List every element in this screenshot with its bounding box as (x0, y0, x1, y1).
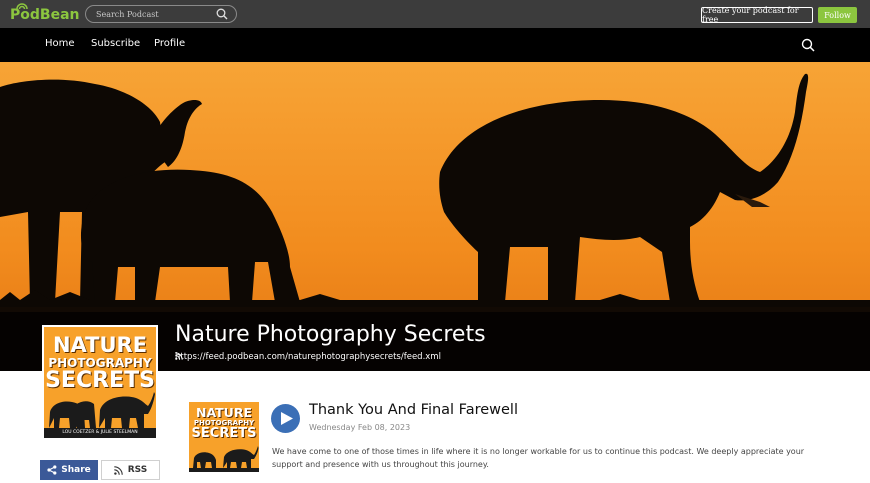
search-icon[interactable] (801, 38, 815, 52)
play-button[interactable] (271, 404, 300, 433)
nav-item-home[interactable]: Home (45, 38, 75, 49)
cover-elephants-image (49, 392, 155, 428)
episode-description: We have come to one of those times in li… (272, 447, 805, 469)
thumb-line1: NATURE (195, 405, 252, 420)
cover-line1: NATURE (52, 333, 148, 357)
feed-url-text: https://feed.podbean.com/naturephotograp… (175, 352, 441, 362)
episode-thumbnail[interactable]: NATURE PHOTOGRAPHY SECRETS (189, 402, 259, 472)
create-podcast-button[interactable]: Create your podcast for free (701, 6, 813, 24)
rss-icon (175, 352, 183, 360)
podcast-cover-art: NATURE PHOTOGRAPHY SECRETS LOU COETZER &… (42, 325, 158, 440)
nav-item-profile[interactable]: Profile (154, 38, 185, 49)
search-input[interactable] (94, 7, 214, 21)
search-icon[interactable] (216, 8, 228, 20)
share-label: Share (61, 465, 91, 475)
nav-item-subscribe[interactable]: Subscribe (91, 38, 140, 49)
podbean-logo[interactable]: PodBean (10, 3, 79, 24)
feed-url[interactable]: https://feed.podbean.com/naturephotograp… (175, 352, 441, 362)
top-bar: PodBean Create your podcast for free Fol… (0, 0, 870, 28)
episode-title[interactable]: Thank You And Final Farewell (309, 402, 518, 418)
thumb-line3: SECRETS (191, 426, 257, 441)
rss-label: RSS (127, 465, 148, 475)
rss-icon (113, 465, 123, 475)
share-button[interactable]: Share (40, 460, 98, 480)
podbean-logo-icon (16, 3, 28, 10)
follow-button[interactable]: Follow (818, 7, 857, 23)
episode-date: Wednesday Feb 08, 2023 (309, 423, 411, 432)
nav-bar: Home Subscribe Profile (0, 28, 870, 62)
play-icon (281, 412, 293, 425)
thumb-credits-bar (189, 468, 259, 472)
cover-credits: LOU COETZER & JULIE STEELMAN (44, 428, 156, 438)
search-box[interactable] (85, 5, 237, 23)
thumb-elephants-image (193, 446, 259, 468)
share-icon (47, 465, 57, 475)
podcast-title: Nature Photography Secrets (175, 322, 486, 347)
rss-button[interactable]: RSS (101, 460, 160, 480)
